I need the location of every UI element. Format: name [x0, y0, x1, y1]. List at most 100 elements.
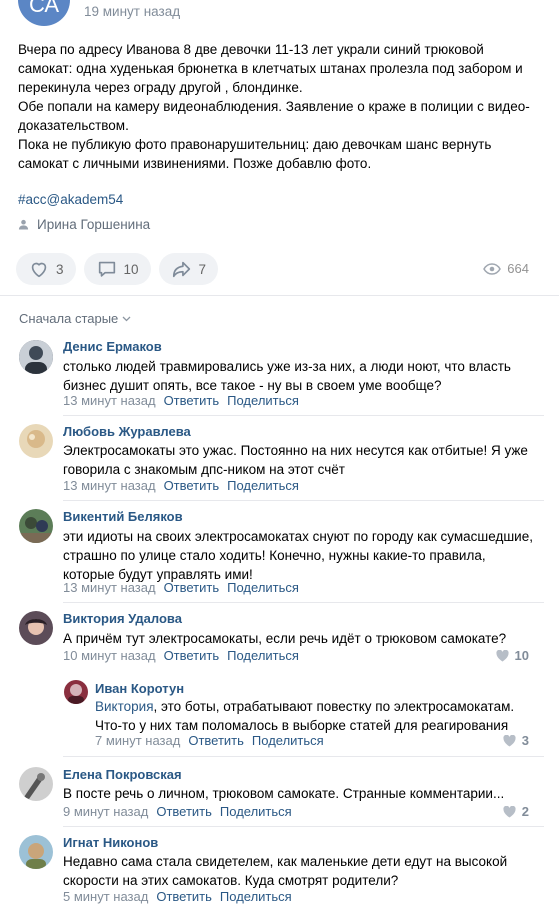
comment-text-line: скорости на этих самокатов. Куда смотрят…: [63, 873, 399, 888]
comment-author[interactable]: Любовь Журавлева: [63, 424, 191, 439]
vk-post-page: СА 19 минут назад Вчера по адресу Иванов…: [0, 0, 559, 907]
comment-meta: 10 минут назад Ответить Поделиться: [63, 648, 299, 663]
reply-button[interactable]: Ответить: [164, 478, 220, 493]
comment-author[interactable]: Викентий Беляков: [63, 509, 183, 524]
comment-text-fragment: , это боты, отрабатывают повестку по эле…: [153, 699, 515, 714]
comment-text: эти идиоты на своих электросамокатах сну…: [63, 527, 533, 584]
share-comment-button[interactable]: Поделиться: [227, 393, 299, 408]
reply-to-mention[interactable]: Виктория: [95, 699, 154, 714]
reply-button[interactable]: Ответить: [164, 580, 220, 595]
share-comment-button[interactable]: Поделиться: [252, 733, 324, 748]
comment-meta: 13 минут назад Ответить Поделиться: [63, 393, 299, 408]
comment-meta: 9 минут назад Ответить Поделиться: [63, 804, 292, 819]
comment-divider: [63, 602, 544, 603]
comment-meta: 7 минут назад Ответить Поделиться: [95, 733, 324, 748]
post-author-avatar[interactable]: СА: [18, 0, 70, 26]
post-timestamp[interactable]: 19 минут назад: [84, 4, 180, 19]
comment-text: В посте речь о личном, трюковом самокате…: [63, 784, 504, 803]
comment-author[interactable]: Иван Коротун: [95, 681, 184, 696]
share-comment-button[interactable]: Поделиться: [227, 478, 299, 493]
reply-button[interactable]: Ответить: [188, 733, 244, 748]
comment-time[interactable]: 7 минут назад: [95, 733, 180, 748]
avatar[interactable]: [64, 680, 88, 704]
comment-like-button[interactable]: 10: [495, 648, 529, 663]
chevron-down-icon: [122, 316, 131, 321]
comment-text-line: страшно по улице стало ходить! Конечно, …: [63, 548, 486, 563]
post-signer[interactable]: Ирина Горшенина: [18, 217, 150, 232]
heart-icon: [503, 734, 516, 746]
comment-like-button[interactable]: 3: [503, 733, 529, 748]
comment-time[interactable]: 13 минут назад: [63, 393, 156, 408]
post-text-line: самокат с личными извинениями. Позже доб…: [18, 156, 372, 171]
comment-text: столько людей травмировались уже из-за н…: [63, 357, 511, 395]
avatar-image: [19, 340, 53, 374]
avatar[interactable]: [19, 835, 53, 869]
heart-icon: [503, 805, 516, 817]
share-comment-button[interactable]: Поделиться: [227, 648, 299, 663]
reply-button[interactable]: Ответить: [164, 393, 220, 408]
share-comment-button[interactable]: Поделиться: [220, 889, 292, 904]
comment-sort-dropdown[interactable]: Сначала старые: [19, 311, 131, 326]
avatar-image: [19, 611, 53, 645]
comment-icon: [98, 261, 115, 277]
comment-author[interactable]: Игнат Никонов: [63, 835, 158, 850]
heart-icon: [31, 262, 47, 278]
comment-text-line: В посте речь о личном, трюковом самокате…: [63, 786, 505, 801]
post-text-line: Пока не публикую фото правонарушительниц…: [18, 137, 492, 152]
comment-like-button[interactable]: 2: [503, 804, 529, 819]
comment-button[interactable]: 10: [83, 253, 151, 285]
comment-time[interactable]: 13 минут назад: [63, 580, 156, 595]
share-comment-button[interactable]: Поделиться: [227, 580, 299, 595]
avatar[interactable]: [19, 611, 53, 645]
avatar[interactable]: [19, 340, 53, 374]
comment-time[interactable]: 13 минут назад: [63, 478, 156, 493]
share-icon: [172, 261, 190, 278]
views-counter: 664: [483, 261, 529, 276]
share-button[interactable]: 7: [158, 253, 219, 285]
avatar-image: [19, 509, 53, 543]
comment-divider: [63, 826, 544, 827]
views-count: 664: [507, 261, 529, 276]
comment-author[interactable]: Елена Покровская: [63, 767, 182, 782]
reply-button[interactable]: Ответить: [156, 804, 212, 819]
comment-author[interactable]: Денис Ермаков: [63, 339, 162, 354]
post-actions: 3 10 7: [16, 253, 219, 285]
comment-meta: 13 минут назад Ответить Поделиться: [63, 580, 299, 595]
post-text: Вчера по адресу Иванова 8 две девочки 11…: [18, 40, 543, 173]
comment-author[interactable]: Виктория Удалова: [63, 611, 182, 626]
comment-text-line: говорила с знакомым дпс-ником на этот сч…: [63, 462, 345, 477]
reply-button[interactable]: Ответить: [164, 648, 220, 663]
avatar-image: [19, 767, 53, 801]
comment-meta: 13 минут назад Ответить Поделиться: [63, 478, 299, 493]
post-hashtag[interactable]: #acc@akadem54: [18, 192, 123, 207]
eye-icon: [483, 262, 502, 275]
comment-divider: [63, 500, 544, 501]
comment-like-count: 10: [514, 648, 529, 663]
heart-icon: [495, 649, 509, 661]
comment-time[interactable]: 5 минут назад: [63, 889, 148, 904]
comment-time[interactable]: 9 минут назад: [63, 804, 148, 819]
comment-text: Электросамокаты это ужас. Постоянно на н…: [63, 441, 528, 479]
comment-text-line: Недавно сама стала свидетелем, как мален…: [63, 854, 508, 869]
comment-time[interactable]: 10 минут назад: [63, 648, 156, 663]
avatar[interactable]: [19, 509, 53, 543]
reply-button[interactable]: Ответить: [156, 889, 212, 904]
comment-text: Виктория, это боты, отрабатывают повестк…: [95, 697, 514, 735]
comment-text-line: столько людей травмировались уже из-за н…: [63, 359, 511, 374]
avatar[interactable]: [19, 424, 53, 458]
comment-text: Недавно сама стала свидетелем, как мален…: [63, 852, 507, 890]
share-comment-button[interactable]: Поделиться: [220, 804, 292, 819]
post-text-line: самокат: одна худенькая брюнетка в клетч…: [18, 61, 523, 76]
share-count: 7: [198, 261, 207, 277]
comment-divider: [63, 756, 544, 757]
avatar[interactable]: [19, 767, 53, 801]
comment-count: 10: [123, 261, 139, 277]
comment-divider: [63, 415, 544, 416]
section-divider: [0, 295, 559, 296]
comment-like-count: 3: [521, 733, 529, 748]
post-text-line: перекинула через ограду другой , блондин…: [18, 80, 303, 95]
like-button[interactable]: 3: [16, 253, 76, 285]
avatar-image: [19, 424, 53, 458]
avatar-image: [19, 835, 53, 869]
comment-text: А причём тут электросамокаты, если речь …: [63, 629, 506, 648]
